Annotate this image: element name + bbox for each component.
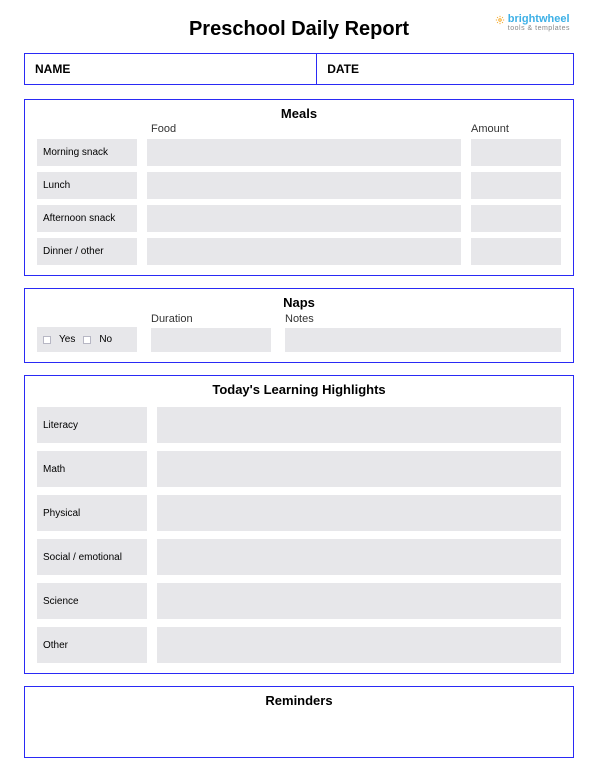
highlights-section: Today's Learning Highlights Literacy Mat… [24,375,574,674]
meal-food-input[interactable] [147,205,461,232]
checkbox-no[interactable] [83,336,91,344]
meal-label: Dinner / other [37,238,137,265]
reminders-title: Reminders [37,693,561,708]
highlight-input[interactable] [157,583,561,619]
highlight-row: Science [37,583,561,619]
highlight-row: Literacy [37,407,561,443]
no-label: No [99,334,112,345]
naps-col-duration: Duration [151,313,271,325]
highlight-label: Social / emotional [37,539,147,575]
meal-row: Afternoon snack [37,205,561,232]
page-title: Preschool Daily Report [24,18,574,41]
yes-label: Yes [59,334,75,345]
naps-notes-input[interactable] [285,328,561,352]
meals-col-food: Food [151,123,461,135]
naps-duration-input[interactable] [151,328,271,352]
brightwheel-icon [495,15,505,25]
naps-section: Naps Yes No Duration Notes [24,288,574,363]
naps-col-notes: Notes [285,313,561,325]
meals-col-amount: Amount [471,123,561,135]
brand-logo: brightwheel tools & templates [495,14,570,32]
brand-tagline: tools & templates [508,25,570,32]
date-field-label: DATE [317,54,573,84]
highlight-input[interactable] [157,495,561,531]
highlight-input[interactable] [157,451,561,487]
highlight-label: Math [37,451,147,487]
highlight-row: Math [37,451,561,487]
meal-row: Morning snack [37,139,561,166]
meal-amount-input[interactable] [471,238,561,265]
meals-section: Meals Food Amount Morning snack Lunch Af… [24,99,574,276]
highlight-input[interactable] [157,539,561,575]
highlight-row: Other [37,627,561,663]
highlight-row: Social / emotional [37,539,561,575]
meal-amount-input[interactable] [471,205,561,232]
name-date-row: NAME DATE [24,53,574,85]
name-field-label: NAME [25,54,317,84]
meal-label: Morning snack [37,139,137,166]
highlight-input[interactable] [157,627,561,663]
brand-name: brightwheel [508,14,570,25]
meal-label: Afternoon snack [37,205,137,232]
reminders-section: Reminders [24,686,574,758]
meal-row: Lunch [37,172,561,199]
highlight-label: Physical [37,495,147,531]
meal-label: Lunch [37,172,137,199]
meal-food-input[interactable] [147,238,461,265]
highlight-label: Literacy [37,407,147,443]
highlight-label: Other [37,627,147,663]
checkbox-yes[interactable] [43,336,51,344]
meal-food-input[interactable] [147,139,461,166]
naps-title: Naps [37,295,561,310]
meal-food-input[interactable] [147,172,461,199]
meals-title: Meals [37,106,561,121]
highlight-label: Science [37,583,147,619]
meal-amount-input[interactable] [471,172,561,199]
naps-yesno: Yes No [37,327,137,352]
highlight-row: Physical [37,495,561,531]
meal-amount-input[interactable] [471,139,561,166]
highlights-title: Today's Learning Highlights [37,382,561,397]
highlight-input[interactable] [157,407,561,443]
meal-row: Dinner / other [37,238,561,265]
